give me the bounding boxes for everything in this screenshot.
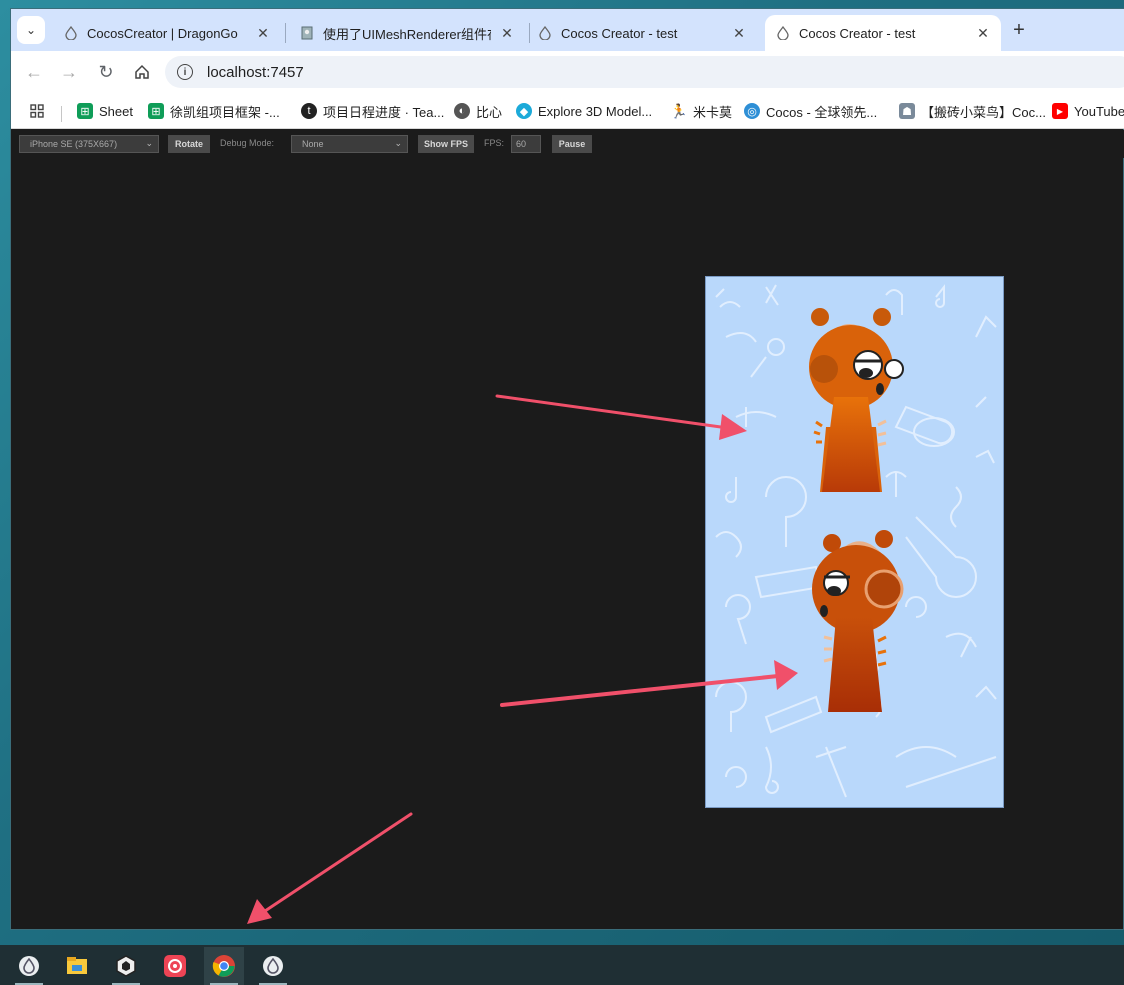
rotate-button[interactable]: Rotate [168, 135, 210, 153]
tab-strip: ⌄ CocosCreator | DragonGo ✕ 使用了UIMeshRen… [11, 9, 1124, 51]
url-text: localhost:7457 [207, 63, 304, 81]
bookmark-project-frame[interactable]: ⊞ 徐凯组项目框架 -... [148, 101, 280, 121]
home-button[interactable] [130, 60, 154, 84]
bookmarks-divider [61, 106, 62, 122]
bookmark-label: 项目日程进度 · Tea... [323, 104, 445, 120]
bookmark-mikamo[interactable]: 🏃 米卡莫 [670, 101, 733, 121]
close-icon[interactable]: ✕ [731, 25, 747, 42]
taskbar-app[interactable] [155, 947, 195, 985]
taskbar-unity[interactable] [106, 947, 146, 985]
bookmark-3d-models[interactable]: ◆ Explore 3D Model... [516, 101, 652, 121]
game-scene [715, 284, 997, 798]
cocos-dashboard-icon [19, 956, 39, 976]
taskbar-cocos-dashboard[interactable] [9, 947, 49, 985]
close-icon[interactable]: ✕ [499, 25, 515, 42]
device-select[interactable]: iPhone SE (375X667) ⌄ [19, 135, 159, 153]
arrow-right-icon: → [60, 61, 78, 82]
file-explorer-icon [67, 957, 87, 974]
back-button[interactable]: ← [22, 60, 46, 84]
chevron-down-icon: ⌄ [25, 23, 37, 37]
device-select-value: iPhone SE (375X667) [30, 139, 118, 149]
cocos-icon [537, 25, 553, 41]
home-icon [135, 64, 149, 79]
bookmark-label: 【搬砖小菜鸟】Coc... [921, 104, 1046, 120]
tab-3-active[interactable]: Cocos Creator - test ✕ [765, 15, 1001, 51]
address-bar[interactable]: i localhost:7457 [165, 56, 1124, 88]
bookmark-label: Cocos - 全球领先... [766, 104, 878, 120]
cocos-creator-icon [263, 956, 283, 976]
cocos-icon: ◎ [744, 103, 760, 119]
apps-button[interactable] [29, 101, 45, 121]
preview-toolbar: iPhone SE (375X667) ⌄ Rotate Debug Mode:… [11, 130, 1124, 158]
character-bottom [812, 530, 904, 712]
chevron-down-icon: ⌄ [145, 138, 153, 148]
chrome-icon [212, 955, 235, 977]
new-tab-button[interactable]: + [1007, 18, 1031, 42]
fps-input[interactable]: 60 [511, 135, 541, 153]
bookmarks-bar: ⊞ Sheet ⊞ 徐凯组项目框架 -... t 项目日程进度 · Tea...… [11, 93, 1124, 129]
bookmark-sheet[interactable]: ⊞ Sheet [77, 101, 133, 121]
tab-title: 使用了UIMeshRenderer组件在 [323, 26, 491, 42]
plus-icon: + [1013, 18, 1025, 41]
close-icon[interactable]: ✕ [975, 25, 991, 42]
youtube-icon: ▶ [1052, 103, 1068, 119]
character-top [809, 308, 904, 492]
teambition-icon: t [301, 103, 317, 119]
cocos-icon [775, 25, 791, 41]
info-icon[interactable]: i [177, 64, 193, 80]
arrow-left-icon: ← [25, 61, 43, 82]
tab-title: CocosCreator | DragonGo [87, 25, 238, 41]
bookmark-label: Sheet [99, 103, 133, 119]
sheet-icon: ⊞ [148, 103, 164, 119]
close-icon[interactable]: ✕ [255, 25, 271, 42]
3d-icon: ◆ [516, 103, 532, 119]
cocos-icon [63, 25, 79, 41]
taskbar [0, 945, 1124, 985]
show-fps-button[interactable]: Show FPS [418, 135, 474, 153]
sheet-icon: ⊞ [77, 103, 93, 119]
tab-1[interactable]: 使用了UIMeshRenderer组件在 ✕ [289, 15, 525, 51]
debug-mode-select[interactable]: None ⌄ [291, 135, 408, 153]
bookmark-label: 比心 [476, 104, 503, 120]
reload-icon: ↻ [98, 61, 114, 82]
reload-button[interactable]: ↻ [94, 60, 118, 84]
forward-button[interactable]: → [57, 60, 81, 84]
apps-grid-icon [30, 104, 44, 118]
browser-window: ⌄ CocosCreator | DragonGo ✕ 使用了UIMeshRen… [10, 8, 1124, 930]
bookmark-youtube[interactable]: ▶ YouTube [1052, 101, 1124, 121]
page-icon [299, 25, 315, 41]
taskbar-chrome[interactable] [204, 947, 244, 985]
bookmark-label: Explore 3D Model... [538, 103, 653, 119]
debug-mode-value: None [302, 139, 324, 149]
bookmark-cocos[interactable]: ◎ Cocos - 全球领先... [744, 101, 877, 121]
bookmark-bixin[interactable]: ◐ 比心 [454, 101, 502, 121]
debug-mode-label: Debug Mode: [220, 138, 275, 148]
app-icon [164, 955, 186, 977]
tab-title: Cocos Creator - test [799, 25, 916, 41]
bookmark-teambition[interactable]: t 项目日程进度 · Tea... [301, 101, 444, 121]
chevron-down-icon: ⌄ [394, 138, 402, 148]
bookmark-label: 米卡莫 [693, 104, 733, 120]
game-canvas[interactable] [705, 276, 1004, 808]
tab-2[interactable]: Cocos Creator - test ✕ [527, 15, 757, 51]
tab-title: Cocos Creator - test [561, 25, 678, 41]
tab-divider [285, 23, 286, 43]
globe-icon: ◐ [454, 103, 470, 119]
fps-label: FPS: [484, 138, 505, 148]
robot-icon: ☗ [899, 103, 915, 119]
taskbar-cocos-creator[interactable] [253, 947, 293, 985]
taskbar-file-explorer[interactable] [57, 947, 97, 985]
bookmark-banzhuan[interactable]: ☗ 【搬砖小菜鸟】Coc... [899, 101, 1046, 121]
unity-icon [116, 955, 136, 977]
tab-0[interactable]: CocosCreator | DragonGo ✕ [53, 15, 281, 51]
runner-icon: 🏃 [670, 102, 688, 119]
pause-button[interactable]: Pause [552, 135, 592, 153]
bookmark-label: 徐凯组项目框架 -... [170, 104, 280, 120]
tab-search-button[interactable]: ⌄ [17, 16, 45, 44]
bookmark-label: YouTube [1074, 103, 1124, 119]
browser-toolbar: ← → ↻ i localhost:7457 [11, 51, 1124, 93]
